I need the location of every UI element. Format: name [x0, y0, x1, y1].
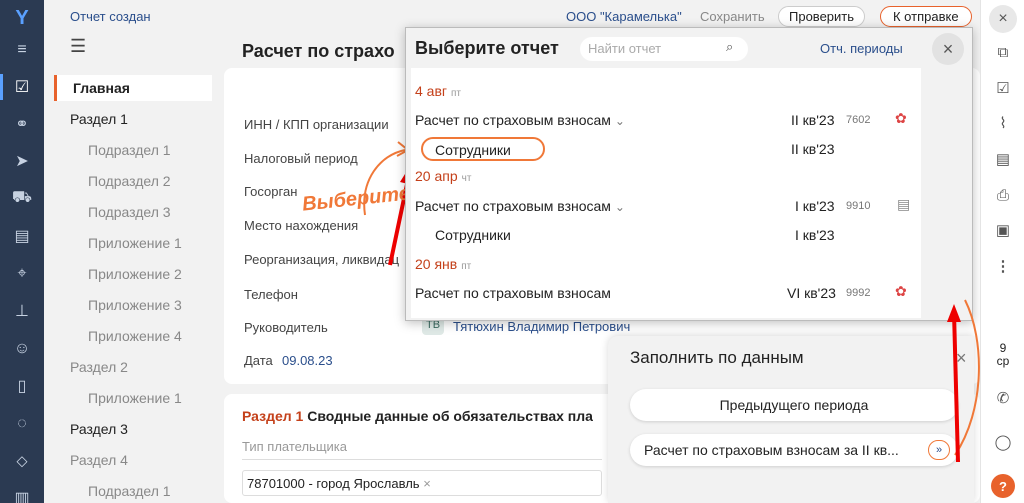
- close-modal-icon[interactable]: ×: [932, 33, 964, 65]
- date-value[interactable]: 09.08.23: [282, 353, 333, 368]
- send-icon[interactable]: ➤: [10, 149, 34, 173]
- report-search-input[interactable]: Найти отчет ⌕: [580, 37, 748, 61]
- group-date: 20 янв пт: [415, 256, 472, 272]
- report-row[interactable]: Расчет по страховым взносам ⌄: [415, 198, 625, 214]
- left-rail: Y ≡ ☑ ⚭ ➤ ⛟ ▤ ⌖ ⊥ ☺ ▯ ◌ ⬦ ▥: [0, 0, 44, 503]
- doc-icon: ▤: [897, 196, 911, 212]
- chat-icon[interactable]: ◯: [991, 430, 1015, 454]
- manager-label: Руководитель: [244, 320, 328, 335]
- stamp-icon: ✿: [895, 283, 907, 299]
- app-icon[interactable]: ▥: [10, 486, 34, 503]
- sidebar-item[interactable]: Приложение 3: [88, 297, 182, 313]
- phone-icon[interactable]: ✆: [991, 386, 1015, 410]
- logo-icon[interactable]: Y: [10, 6, 34, 30]
- report-period: II кв'23: [791, 112, 835, 128]
- phone-label: Телефон: [244, 287, 298, 302]
- active-indicator: [0, 74, 3, 100]
- attach-icon[interactable]: ⌇: [991, 111, 1015, 135]
- employees-row[interactable]: Сотрудники: [421, 137, 545, 161]
- truck-icon[interactable]: ⛟: [10, 186, 34, 210]
- docs-icon[interactable]: ▤: [991, 147, 1015, 171]
- building-icon[interactable]: ▤: [10, 224, 34, 248]
- sidebar-item[interactable]: Приложение 1: [88, 390, 182, 406]
- sidebar-item[interactable]: Приложение 2: [88, 266, 182, 282]
- to-send-button[interactable]: К отправке: [880, 6, 972, 27]
- modal-title: Выберите отчет: [415, 38, 559, 58]
- help-icon[interactable]: ?: [991, 474, 1015, 498]
- fill-panel-title: Заполнить по данным: [630, 348, 804, 367]
- tag-icon[interactable]: ⬦: [10, 450, 34, 474]
- map-pin-icon[interactable]: ⌖: [10, 262, 34, 286]
- save-link[interactable]: Сохранить: [700, 9, 765, 24]
- right-rail: × ⧉ ☑ ⌇ ▤ ⎙ ▣ ⋮ 9 ср ✆ ◯ ?: [980, 0, 1024, 503]
- report-icon[interactable]: ☑: [991, 76, 1015, 100]
- group-date: 4 авг пт: [415, 83, 462, 99]
- report-status: Отчет создан: [70, 9, 151, 24]
- previous-period-option[interactable]: Предыдущего периода: [630, 389, 958, 421]
- staff-icon[interactable]: ⊥: [10, 299, 34, 323]
- calendar-widget[interactable]: 9 ср: [989, 342, 1017, 368]
- chevron-down-icon[interactable]: ⌄: [615, 114, 625, 128]
- sidebar: Отчет создан ☰ Главная Раздел 1 Подраздел …: [44, 0, 224, 503]
- menu-icon[interactable]: ≡: [10, 38, 34, 62]
- oktmo-field[interactable]: 78701000 - город Ярославль ×: [242, 470, 602, 496]
- report-row[interactable]: Расчет по страховым взносам: [415, 285, 611, 301]
- check-button[interactable]: Проверить: [778, 6, 866, 27]
- sidebar-item[interactable]: Раздел 2: [70, 359, 128, 375]
- select-report-modal: Выберите отчет Найти отчет ⌕ Отч. периоды…: [405, 27, 973, 321]
- section1-number: Раздел 1: [242, 408, 304, 424]
- sidebar-item[interactable]: Приложение 1: [88, 235, 182, 251]
- report-row[interactable]: Расчет по страховым взносам ⌄: [415, 112, 625, 128]
- report-number: 9910: [846, 200, 871, 212]
- date-label: Дата: [244, 353, 273, 368]
- sidebar-item[interactable]: Подраздел 3: [88, 204, 171, 220]
- group-date: 20 апр чт: [415, 168, 472, 184]
- remove-tag-icon[interactable]: ×: [423, 476, 431, 491]
- close-icon[interactable]: ×: [989, 5, 1017, 33]
- page-title: Расчет по страхо: [242, 41, 395, 61]
- handshake-icon[interactable]: ⚭: [10, 112, 34, 136]
- sidebar-item[interactable]: Раздел 3: [70, 421, 128, 437]
- print-icon[interactable]: ⎙: [991, 183, 1015, 207]
- sidebar-item[interactable]: Подраздел 2: [88, 173, 171, 189]
- sidebar-item[interactable]: Приложение 4: [88, 328, 182, 344]
- more-icon[interactable]: ⋮: [991, 254, 1015, 278]
- copy-icon[interactable]: ⧉: [991, 40, 1015, 64]
- sidebar-item[interactable]: Раздел 1: [70, 111, 128, 127]
- annotation-arrows-right: [947, 299, 980, 463]
- periods-link[interactable]: Отч. периоды: [820, 41, 903, 56]
- payer-type-field[interactable]: Тип плательщика: [242, 434, 602, 460]
- oktmo-tag: 78701000 - город Ярославль: [247, 476, 420, 491]
- section1-title: Раздел 1 Сводные данные об обязательства…: [242, 408, 593, 424]
- sidebar-item[interactable]: Подраздел 1: [88, 483, 171, 499]
- sidebar-item[interactable]: Раздел 4: [70, 452, 128, 468]
- people-icon[interactable]: ☺: [10, 337, 34, 361]
- stamp-icon: ✿: [895, 110, 907, 126]
- report-period: II кв'23: [791, 141, 835, 157]
- report-check-icon[interactable]: ☑: [10, 75, 34, 99]
- fill-from-data-panel: Заполнить по данным × Предыдущего период…: [608, 336, 974, 503]
- org-name[interactable]: ООО "Карамелька": [566, 9, 682, 24]
- employees-row[interactable]: Сотрудники: [435, 227, 511, 243]
- insurance-report-option[interactable]: Расчет по страховым взносам за II кв... …: [630, 434, 958, 466]
- collapse-menu-icon[interactable]: ☰: [70, 36, 86, 57]
- chat-icon[interactable]: ◌: [10, 412, 34, 436]
- report-period: VI кв'23: [787, 285, 836, 301]
- report-period: I кв'23: [795, 227, 835, 243]
- sidebar-item[interactable]: Главная: [54, 75, 212, 101]
- chevron-down-icon[interactable]: ⌄: [615, 200, 625, 214]
- report-number: 7602: [846, 114, 871, 126]
- report-list: 4 авг пт Расчет по страховым взносам ⌄ II…: [411, 68, 921, 318]
- manager-name[interactable]: Тятюхин Владимир Петрович: [453, 319, 630, 334]
- report-period: I кв'23: [795, 198, 835, 214]
- sidebar-item[interactable]: Подраздел 1: [88, 142, 171, 158]
- section1-name: Сводные данные об обязательствах пла: [307, 408, 593, 424]
- save-icon[interactable]: ▣: [991, 218, 1015, 242]
- document-icon[interactable]: ▯: [10, 374, 34, 398]
- report-number: 9992: [846, 287, 871, 299]
- search-icon[interactable]: ⌕: [726, 39, 733, 55]
